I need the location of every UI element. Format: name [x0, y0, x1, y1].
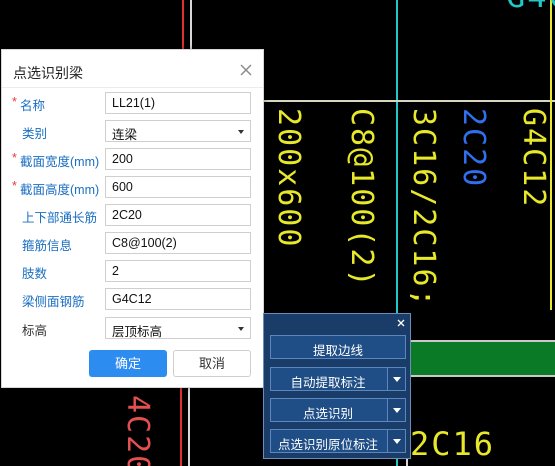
field-label: 梁侧面钢筋 [22, 295, 85, 309]
category-select[interactable]: 连梁 [105, 120, 251, 142]
field-row-side-bars: 梁侧面钢筋 G4C12 [2, 288, 263, 310]
close-icon[interactable] [396, 315, 406, 327]
field-row-legs: 肢数 2 [2, 260, 263, 282]
cad-annotation[interactable]: 4C20 [120, 395, 155, 466]
name-input[interactable]: LL21(1) [105, 92, 251, 114]
point-recognize-in-situ-button[interactable]: 点选识别原位标注 [270, 429, 406, 453]
field-row-elevation: 标高 层顶标高 [2, 317, 263, 339]
axis-line [180, 388, 182, 466]
axis-line [188, 388, 190, 466]
chevron-down-icon[interactable] [387, 368, 405, 390]
cad-annotation[interactable]: G4C10 [506, 0, 555, 12]
section-height-input[interactable]: 600 [105, 176, 251, 198]
extract-edge-button[interactable]: 提取边线 [270, 335, 406, 359]
field-row-category: 类别 连梁 [2, 120, 263, 142]
legs-input[interactable]: 2 [105, 260, 251, 282]
dialog-title: 点选识别梁 [13, 65, 83, 81]
elevation-select[interactable]: 层顶标高 [105, 317, 251, 339]
field-label: 名称 [20, 99, 46, 113]
required-mark: * [12, 151, 17, 165]
close-icon[interactable] [236, 60, 256, 80]
recognize-beam-dialog: 点选识别梁 * 名称 LL21(1) 类别 连梁 * 截面宽度(mm) 200 * 截… [1, 49, 264, 388]
cad-annotation[interactable]: 200x600 [271, 108, 306, 248]
divider [2, 87, 263, 88]
chevron-down-icon[interactable] [387, 399, 405, 421]
axis-line [182, 0, 184, 49]
field-label: 类别 [22, 127, 48, 141]
field-row-name: * 名称 LL21(1) [2, 92, 263, 114]
field-label: 截面宽度(mm) [20, 155, 100, 169]
cad-annotation[interactable]: 2C20 [456, 108, 491, 188]
point-recognize-button[interactable]: 点选识别 [270, 398, 406, 422]
axis-line [190, 0, 192, 49]
cad-annotation[interactable]: 3C16/2C16; [406, 108, 441, 309]
field-label: 标高 [22, 324, 48, 338]
cad-annotation[interactable]: G4C12 [516, 108, 551, 208]
required-mark: * [12, 179, 17, 193]
selected-beam[interactable] [405, 340, 555, 377]
auto-extract-label-button[interactable]: 自动提取标注 [270, 367, 406, 391]
field-label: 上下部通长筋 [22, 211, 98, 225]
required-mark: * [12, 95, 17, 109]
cad-annotation[interactable]: C8@100(2) [344, 108, 379, 289]
section-width-input[interactable]: 200 [105, 148, 251, 170]
field-row-through-bars: 上下部通长筋 2C20 [2, 204, 263, 226]
axis-line [263, 100, 555, 102]
chevron-down-icon[interactable] [387, 430, 405, 452]
side-bars-input[interactable]: G4C12 [105, 288, 251, 310]
ok-button[interactable]: 确定 [89, 350, 167, 377]
through-bars-input[interactable]: 2C20 [105, 204, 251, 226]
field-row-height: * 截面高度(mm) 600 [2, 176, 263, 198]
recognition-tool-panel: 提取边线 自动提取标注 点选识别 点选识别原位标注 [263, 313, 411, 459]
field-label: 箍筋信息 [22, 239, 73, 253]
stirrup-input[interactable]: C8@100(2) [105, 232, 251, 254]
field-row-stirrup: 箍筋信息 C8@100(2) [2, 232, 263, 254]
field-label: 肢数 [22, 267, 48, 281]
cad-annotation[interactable]: 2C16 [410, 428, 495, 460]
cancel-button[interactable]: 取消 [173, 350, 251, 377]
field-label: 截面高度(mm) [20, 183, 100, 197]
field-row-width: * 截面宽度(mm) 200 [2, 148, 263, 170]
